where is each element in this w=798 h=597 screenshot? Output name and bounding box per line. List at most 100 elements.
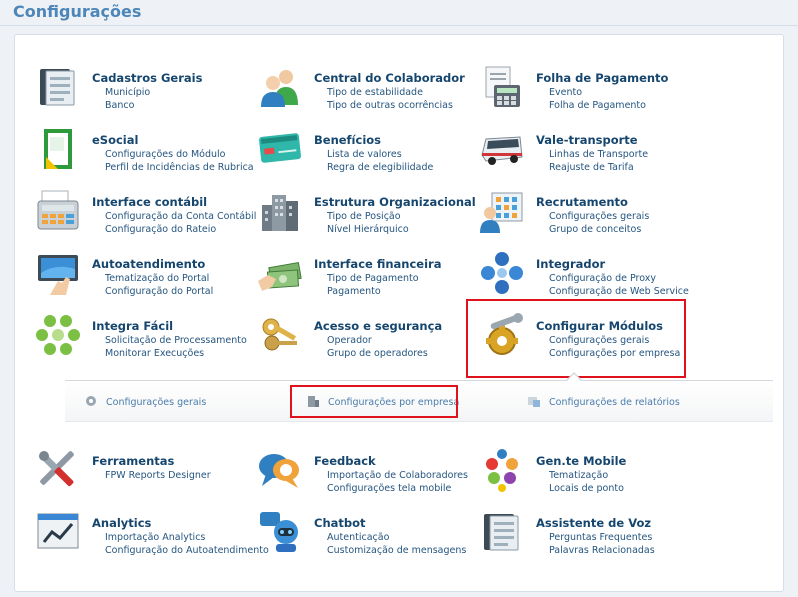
link-reajuste-tarifa[interactable]: Reajuste de Tarifa (549, 162, 634, 173)
submenu-label: Configurações gerais (106, 397, 207, 408)
module-title[interactable]: Interface contábil (92, 195, 207, 209)
link-importacao-colaboradores[interactable]: Importação de Colaboradores (327, 470, 468, 481)
link-conta-contabil[interactable]: Configuração da Conta Contábil (105, 211, 256, 222)
link-configuracao-rateio[interactable]: Configuração do Rateio (105, 224, 216, 235)
module-interface-financeira: Interface financeira Tipo de Pagamento P… (258, 251, 478, 307)
module-title[interactable]: eSocial (92, 133, 138, 147)
link-monitorar-execucoes[interactable]: Monitorar Execuções (105, 348, 204, 359)
users-icon[interactable] (258, 65, 302, 109)
address-book-icon[interactable] (36, 65, 80, 109)
link-pagamento[interactable]: Pagamento (327, 286, 381, 297)
module-title[interactable]: Chatbot (314, 516, 366, 530)
highlight-configurar-modulos (466, 299, 686, 378)
link-perguntas-frequentes[interactable]: Perguntas Frequentes (549, 532, 652, 543)
module-interface-contabil: Interface contábil Configuração da Conta… (36, 189, 256, 245)
link-folha-pagamento[interactable]: Folha de Pagamento (549, 100, 646, 111)
link-operador[interactable]: Operador (327, 335, 372, 346)
module-esocial: eSocial Configurações do Módulo Perfil d… (36, 127, 256, 183)
link-tematizacao-portal[interactable]: Tematização do Portal (105, 273, 209, 284)
link-municipio[interactable]: Município (105, 87, 150, 98)
link-autenticacao[interactable]: Autenticação (327, 532, 389, 543)
module-integra-facil: Integra Fácil Solicitação de Processamen… (36, 313, 256, 369)
submenu-pointer-inner (567, 374, 581, 381)
module-central-colaborador: Central do Colaborador Tipo de estabilid… (258, 65, 478, 121)
module-title[interactable]: Acesso e segurança (314, 319, 442, 333)
module-title[interactable]: Folha de Pagamento (536, 71, 668, 85)
link-perfil-incidencias[interactable]: Perfil de Incidências de Rubrica (105, 162, 254, 173)
link-configuracao-proxy[interactable]: Configuração de Proxy (549, 273, 656, 284)
module-estrutura-organizacional: Estrutura Organizacional Tipo de Posição… (258, 189, 478, 245)
link-configuracao-autoatendimento[interactable]: Configuração do Autoatendimento (105, 545, 269, 556)
module-title[interactable]: Cadastros Gerais (92, 71, 202, 85)
module-title[interactable]: Interface financeira (314, 257, 441, 271)
link-palavras-relacionadas[interactable]: Palavras Relacionadas (549, 545, 655, 556)
buildings-icon[interactable] (258, 189, 302, 233)
module-folha-pagamento: Folha de Pagamento Evento Folha de Pagam… (480, 65, 700, 121)
benefits-card-icon[interactable] (258, 127, 302, 171)
link-tipo-posicao[interactable]: Tipo de Posição (327, 211, 401, 222)
module-title[interactable]: Benefícios (314, 133, 381, 147)
module-title[interactable]: Integra Fácil (92, 319, 173, 333)
module-title[interactable]: Feedback (314, 454, 376, 468)
gear-small-icon (86, 396, 96, 406)
link-tipo-outras-ocorrencias[interactable]: Tipo de outras ocorrências (327, 100, 453, 111)
module-title[interactable]: Gen.te Mobile (536, 454, 626, 468)
chatbot-robot-icon[interactable] (258, 510, 302, 554)
link-configuracoes-gerais[interactable]: Configurações gerais (549, 211, 649, 222)
module-ferramentas: Ferramentas FPW Reports Designer (36, 448, 256, 504)
payroll-calculator-icon[interactable] (480, 65, 524, 109)
link-evento[interactable]: Evento (549, 87, 582, 98)
module-title[interactable]: Central do Colaborador (314, 71, 465, 85)
module-title[interactable]: Vale-transporte (536, 133, 638, 147)
link-lista-valores[interactable]: Lista de valores (327, 149, 402, 160)
accounting-calculator-icon[interactable] (36, 189, 80, 233)
touchscreen-icon[interactable] (36, 251, 80, 295)
module-chatbot: Chatbot Autenticação Customização de men… (258, 510, 478, 566)
link-configuracao-portal[interactable]: Configuração do Portal (105, 286, 213, 297)
link-tipo-pagamento[interactable]: Tipo de Pagamento (327, 273, 419, 284)
module-vale-transporte: Vale-transporte Linhas de Transporte Rea… (480, 127, 700, 183)
module-title[interactable]: Estrutura Organizacional (314, 195, 476, 209)
link-nivel-hierarquico[interactable]: Nível Hierárquico (327, 224, 409, 235)
link-locais-ponto[interactable]: Locais de ponto (549, 483, 624, 494)
module-title[interactable]: Autoatendimento (92, 257, 205, 271)
module-title[interactable]: Analytics (92, 516, 151, 530)
link-regra-elegibilidade[interactable]: Regra de elegibilidade (327, 162, 433, 173)
link-grupo-conceitos[interactable]: Grupo de conceitos (549, 224, 641, 235)
module-assistente-voz: Assistente de Voz Perguntas Frequentes P… (480, 510, 700, 566)
module-autoatendimento: Autoatendimento Tematização do Portal Co… (36, 251, 256, 307)
module-title[interactable]: Integrador (536, 257, 605, 271)
highlight-configuracoes-por-empresa (290, 385, 458, 418)
link-solicitacao-processamento[interactable]: Solicitação de Processamento (105, 335, 247, 346)
voice-assistant-book-icon[interactable] (480, 510, 524, 554)
link-fpw-reports-designer[interactable]: FPW Reports Designer (105, 470, 211, 481)
module-title[interactable]: Ferramentas (92, 454, 174, 468)
module-cadastros-gerais: Cadastros Gerais Município Banco (36, 65, 256, 121)
feedback-chat-icon[interactable] (258, 448, 302, 492)
link-importacao-analytics[interactable]: Importação Analytics (105, 532, 205, 543)
module-title[interactable]: Assistente de Voz (536, 516, 651, 530)
tools-icon[interactable] (36, 448, 80, 492)
mobile-colorful-icon[interactable] (480, 448, 524, 492)
module-analytics: Analytics Importação Analytics Configura… (36, 510, 269, 566)
link-configuracoes-tela-mobile[interactable]: Configurações tela mobile (327, 483, 451, 494)
keys-icon[interactable] (258, 313, 302, 357)
esocial-icon[interactable] (36, 127, 80, 171)
module-title[interactable]: Recrutamento (536, 195, 628, 209)
integra-facil-icon[interactable] (36, 313, 80, 357)
link-customizacao-mensagens[interactable]: Customização de mensagens (327, 545, 466, 556)
link-tipo-estabilidade[interactable]: Tipo de estabilidade (327, 87, 423, 98)
money-hand-icon[interactable] (258, 251, 302, 295)
link-configuracoes-modulo[interactable]: Configurações do Módulo (105, 149, 225, 160)
link-linhas-transporte[interactable]: Linhas de Transporte (549, 149, 648, 160)
link-tematizacao[interactable]: Tematização (549, 470, 608, 481)
analytics-chart-icon[interactable] (36, 510, 80, 554)
report-icon (528, 397, 540, 407)
bus-icon[interactable] (480, 127, 524, 171)
module-beneficios: Benefícios Lista de valores Regra de ele… (258, 127, 478, 183)
link-grupo-operadores[interactable]: Grupo de operadores (327, 348, 428, 359)
link-banco[interactable]: Banco (105, 100, 134, 111)
integrator-network-icon[interactable] (480, 251, 524, 295)
recruitment-board-icon[interactable] (480, 189, 524, 233)
link-configuracao-web-service[interactable]: Configuração de Web Service (549, 286, 689, 297)
